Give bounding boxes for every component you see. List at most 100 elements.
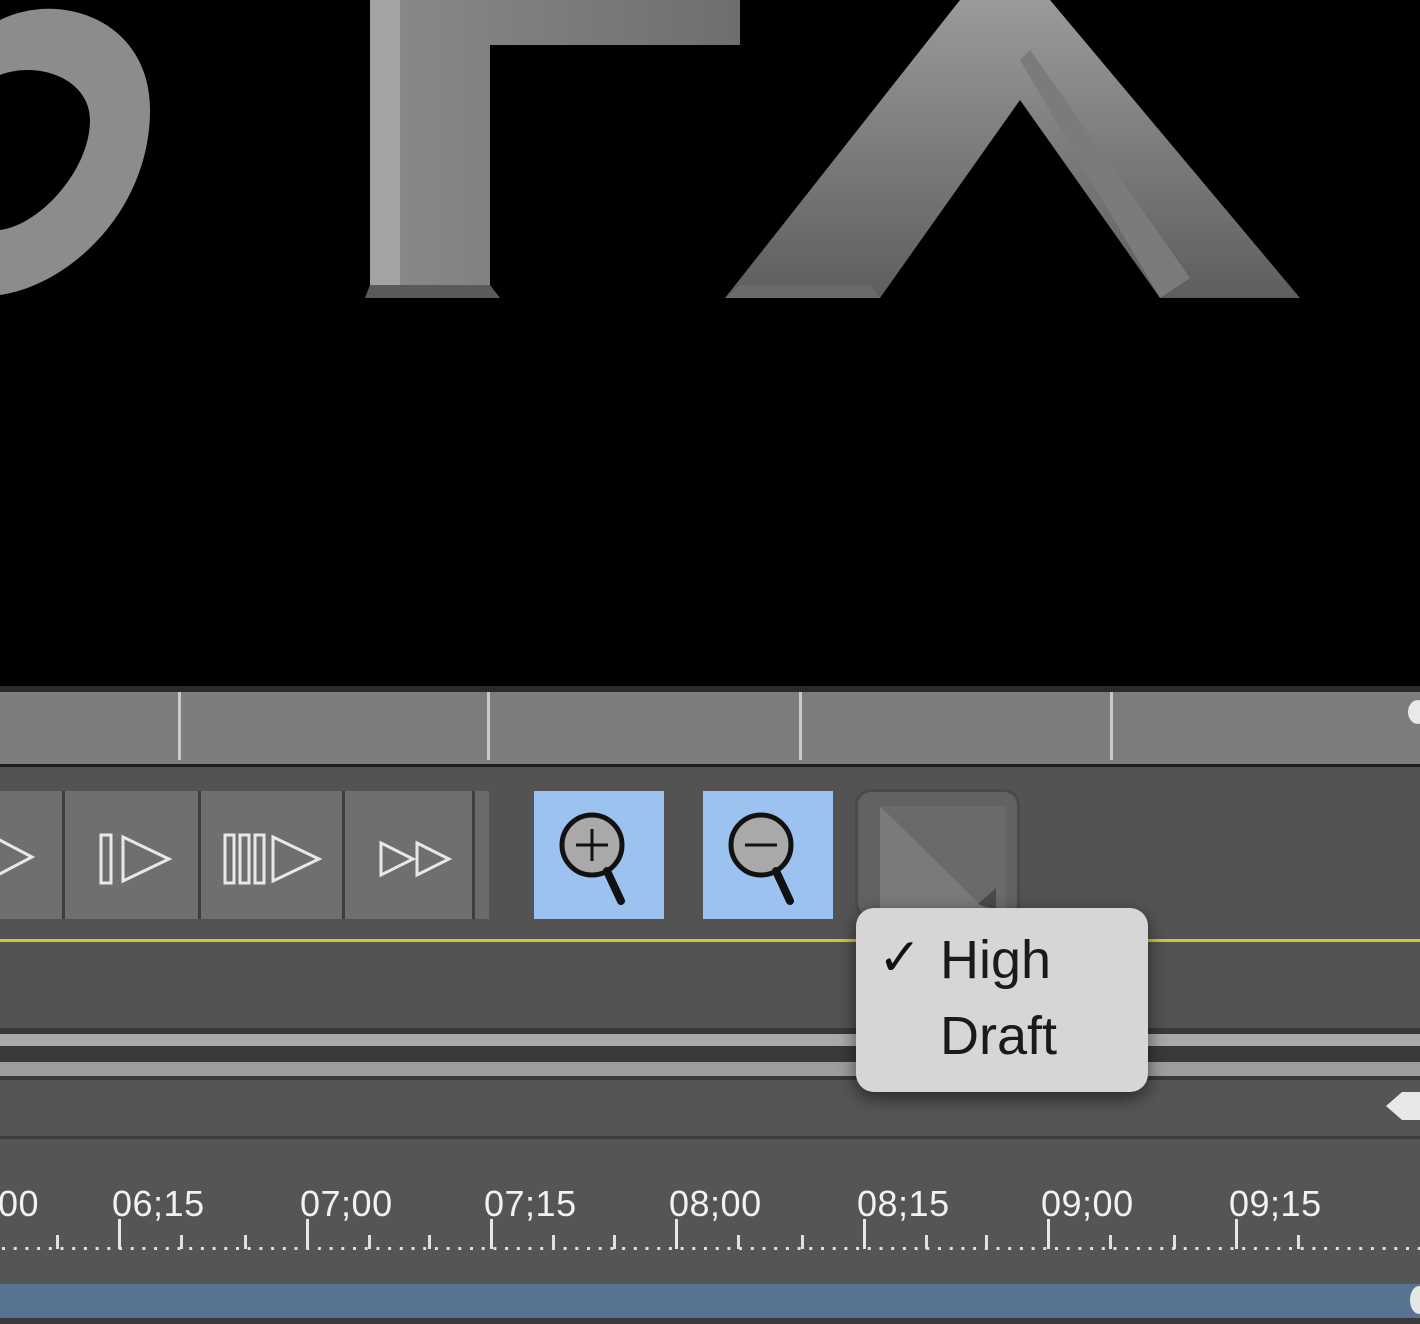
ruler-minor-tick <box>1207 1247 1211 1250</box>
ruler-minor-tick <box>505 1247 509 1250</box>
ruler-minor-tick <box>25 1247 29 1250</box>
menu-item-label: High <box>940 930 1052 990</box>
ruler-minor-tick <box>879 1247 883 1250</box>
work-area-bar[interactable] <box>0 1284 1420 1318</box>
ruler-minor-tick <box>1043 1247 1047 1250</box>
ruler-mid-tick <box>985 1235 988 1249</box>
ruler-minor-tick <box>142 1247 146 1250</box>
menu-item-draft[interactable]: Draft <box>856 1000 1148 1074</box>
ruler-minor-tick <box>961 1247 965 1250</box>
quality-menu-icon <box>880 806 1006 916</box>
preview-viewer <box>0 0 1420 686</box>
ruler-minor-tick <box>1113 1247 1117 1250</box>
quality-dropdown-button[interactable] <box>855 789 1020 919</box>
ruler-minor-tick <box>668 1247 672 1250</box>
menu-item-label: Draft <box>940 1006 1058 1066</box>
ruler-minor-tick <box>1370 1247 1374 1250</box>
scrub-bar[interactable] <box>0 692 1420 767</box>
timecode-label: 07;00 <box>300 1183 393 1224</box>
ruler-minor-tick <box>1148 1247 1152 1250</box>
range-end-marker-icon[interactable] <box>1380 1086 1420 1126</box>
ruler-minor-tick <box>528 1247 532 1250</box>
timecode-label: 09;00 <box>1041 1183 1134 1224</box>
ruler-minor-tick <box>48 1247 52 1250</box>
ruler-minor-tick <box>1090 1247 1094 1250</box>
transport-divider <box>475 791 489 919</box>
scrub-end-knob[interactable] <box>1408 700 1420 724</box>
ruler-minor-tick <box>72 1247 76 1250</box>
ruler-minor-tick <box>692 1247 696 1250</box>
ruler-minor-tick <box>107 1247 111 1250</box>
ruler-minor-tick <box>973 1247 977 1250</box>
ruler-minor-tick <box>1078 1247 1082 1250</box>
ruler-minor-tick <box>1230 1247 1234 1250</box>
ruler-mid-tick <box>925 1235 928 1249</box>
ruler-minor-tick <box>680 1247 684 1250</box>
ruler-minor-tick <box>493 1247 497 1250</box>
play-slow-button[interactable] <box>201 791 345 919</box>
zoom-in-button[interactable] <box>534 791 664 919</box>
ruler-minor-tick <box>458 1247 462 1250</box>
ruler-minor-tick <box>353 1247 356 1250</box>
ruler-minor-tick <box>575 1247 579 1250</box>
step-forward-button[interactable] <box>65 791 201 919</box>
ruler-minor-tick <box>364 1247 368 1250</box>
fast-forward-button[interactable] <box>345 791 475 919</box>
ruler-mid-tick <box>613 1235 616 1249</box>
ruler-minor-tick <box>949 1247 953 1250</box>
ruler-minor-tick <box>797 1247 801 1250</box>
ruler-minor-tick <box>236 1247 239 1250</box>
ruler-minor-tick <box>434 1247 438 1250</box>
ruler-minor-tick <box>633 1247 637 1250</box>
ruler-mid-tick <box>1109 1235 1112 1249</box>
time-ruler[interactable]: 00 06;15 07;00 07;15 08;00 08;15 09;00 0… <box>0 1139 1420 1284</box>
ruler-minor-tick <box>1406 1247 1409 1250</box>
ruler-mid-tick <box>56 1235 59 1249</box>
scrub-tick <box>799 692 802 760</box>
slider-rail-bottom <box>0 1062 1420 1076</box>
ruler-mid-tick <box>737 1235 740 1249</box>
ruler-minor-tick <box>1008 1247 1012 1250</box>
ruler-minor-tick <box>1289 1247 1292 1250</box>
ruler-minor-tick <box>83 1247 87 1250</box>
preview-logo-graphic <box>0 0 1300 298</box>
ruler-minor-tick <box>1019 1247 1023 1250</box>
ruler-minor-tick <box>1183 1247 1187 1250</box>
transport-controls <box>0 767 1420 939</box>
timecode-label: 00 <box>0 1183 40 1224</box>
ruler-mid-tick <box>552 1235 555 1249</box>
scrub-tick <box>487 692 490 760</box>
ruler-minor-tick <box>154 1247 158 1250</box>
ruler-minor-tick <box>259 1247 263 1250</box>
ruler-minor-tick <box>715 1247 719 1250</box>
ruler-minor-tick <box>317 1247 321 1250</box>
ruler-minor-tick <box>1394 1247 1398 1250</box>
ruler-mid-tick <box>1297 1235 1300 1249</box>
ruler-minor-tick <box>809 1247 813 1250</box>
timecode-label: 07;15 <box>484 1183 577 1224</box>
ruler-minor-tick <box>1125 1247 1129 1250</box>
ruler-minor-tick <box>1066 1247 1070 1250</box>
zoom-out-icon <box>728 812 794 905</box>
ruler-minor-tick <box>856 1247 860 1250</box>
menu-item-high[interactable]: ✓ High <box>856 924 1148 998</box>
zoom-out-button[interactable] <box>703 791 833 919</box>
work-area-end-handle[interactable] <box>1410 1286 1420 1314</box>
ruler-minor-tick <box>60 1247 64 1250</box>
ruler-minor-tick <box>470 1247 473 1250</box>
ruler-minor-tick <box>914 1247 918 1250</box>
play-button[interactable] <box>0 791 65 919</box>
ruler-minor-tick <box>1277 1247 1281 1250</box>
timecode-label: 06;15 <box>112 1183 205 1224</box>
ruler-mid-tick <box>180 1235 183 1249</box>
quality-popup-menu: ✓ High Draft <box>856 908 1148 1092</box>
ruler-minor-tick <box>341 1247 345 1250</box>
ruler-minor-tick <box>844 1247 848 1250</box>
ruler-minor-tick <box>481 1247 485 1250</box>
ruler-minor-tick <box>610 1247 614 1250</box>
ruler-minor-tick <box>1335 1247 1339 1250</box>
play-slow-icon <box>223 833 323 885</box>
zoom-slider-track[interactable] <box>0 1028 1420 1080</box>
ruler-minor-tick <box>1359 1247 1363 1250</box>
ruler-minor-tick <box>200 1247 204 1250</box>
